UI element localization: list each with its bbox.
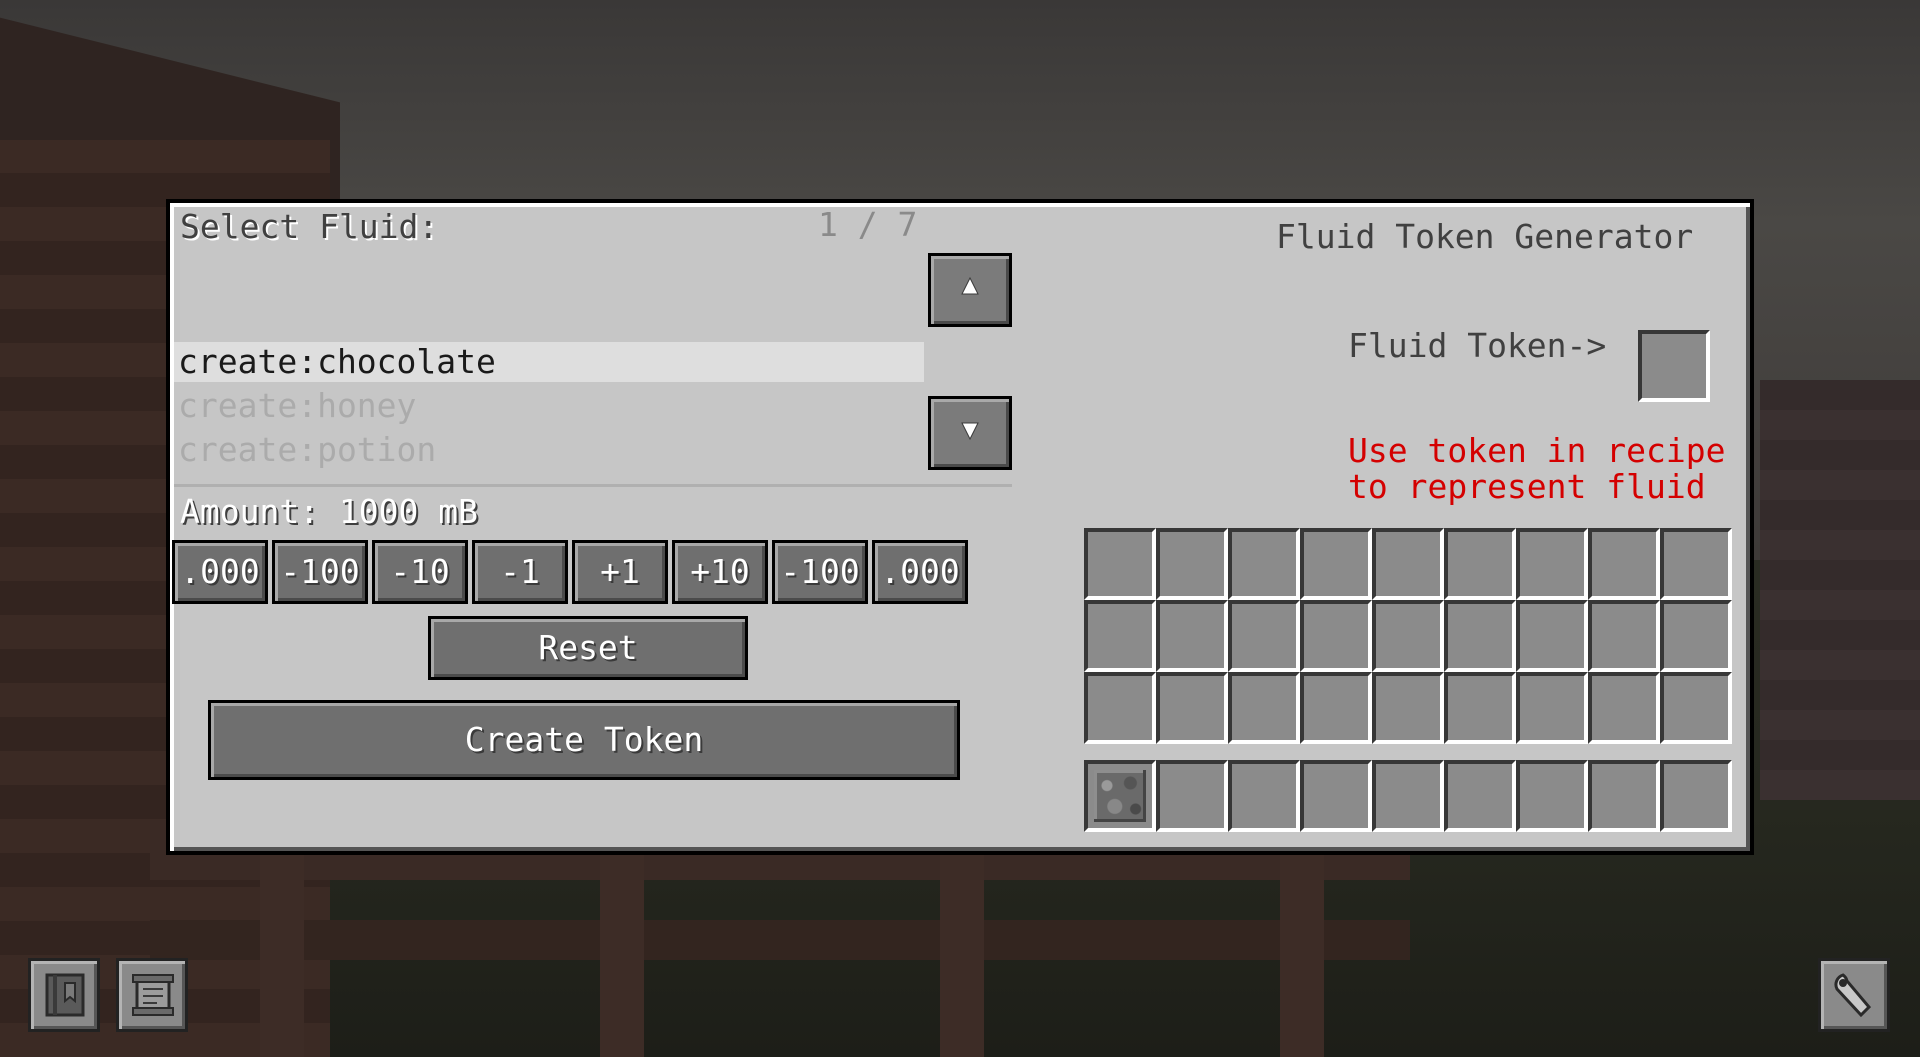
token-hint: Use token in recipe to represent fluid xyxy=(1348,433,1726,505)
inventory-slot[interactable] xyxy=(1084,528,1156,600)
hotbar-slot[interactable] xyxy=(1660,760,1732,832)
inventory-slot[interactable] xyxy=(1588,600,1660,672)
inventory-slot[interactable] xyxy=(1084,600,1156,672)
list-divider xyxy=(174,484,1012,487)
hotbar-slot[interactable] xyxy=(1372,760,1444,832)
fluid-list-item[interactable]: create:chocolate xyxy=(174,342,924,382)
inventory-slot[interactable] xyxy=(1084,672,1156,744)
inventory-slot[interactable] xyxy=(1660,672,1732,744)
scroll-up-button[interactable] xyxy=(928,253,1012,327)
inventory-slot[interactable] xyxy=(1444,672,1516,744)
inventory-slot[interactable] xyxy=(1444,528,1516,600)
hotbar-slot[interactable] xyxy=(1588,760,1660,832)
fluid-list-item[interactable]: create:honey xyxy=(174,386,924,426)
inventory-slot[interactable] xyxy=(1588,528,1660,600)
hotbar xyxy=(1084,760,1732,832)
inventory-slot[interactable] xyxy=(1300,672,1372,744)
quest-scroll-button[interactable] xyxy=(116,958,188,1032)
hotbar-slot[interactable] xyxy=(1444,760,1516,832)
inventory-slot[interactable] xyxy=(1588,672,1660,744)
inventory-slot[interactable] xyxy=(1156,600,1228,672)
inventory-slot[interactable] xyxy=(1228,600,1300,672)
inventory-slot[interactable] xyxy=(1516,672,1588,744)
cobblestone-icon xyxy=(1094,770,1146,822)
hotbar-slot[interactable] xyxy=(1156,760,1228,832)
inventory-slot[interactable] xyxy=(1372,528,1444,600)
hotbar-slot[interactable] xyxy=(1300,760,1372,832)
fluid-list: create:chocolate create:honey create:pot… xyxy=(174,342,924,484)
inventory-slot[interactable] xyxy=(1516,528,1588,600)
select-fluid-label: Select Fluid: xyxy=(180,207,439,246)
amount-minus-100-button[interactable]: -100 xyxy=(272,540,368,604)
inventory-slot[interactable] xyxy=(1444,600,1516,672)
fluid-token-label: Fluid Token-> xyxy=(1348,326,1607,365)
inventory-slot[interactable] xyxy=(1660,600,1732,672)
amount-label: Amount: 1000 mB xyxy=(180,492,479,531)
amount-minus-10-button[interactable]: -10 xyxy=(372,540,468,604)
panel-title: Fluid Token Generator xyxy=(1276,217,1694,256)
wrench-icon xyxy=(1834,973,1872,1018)
reset-button[interactable]: Reset xyxy=(428,616,748,680)
inventory-slot[interactable] xyxy=(1660,528,1732,600)
amount-plus-100-button[interactable]: -100 xyxy=(772,540,868,604)
inventory-slot[interactable] xyxy=(1300,600,1372,672)
settings-wrench-button[interactable] xyxy=(1818,958,1890,1032)
hotbar-slot[interactable] xyxy=(1084,760,1156,832)
hotbar-slot[interactable] xyxy=(1228,760,1300,832)
player-inventory xyxy=(1084,528,1732,744)
book-icon xyxy=(45,973,85,1017)
inventory-slot[interactable] xyxy=(1372,600,1444,672)
fluid-list-item[interactable]: create:potion xyxy=(174,430,924,470)
token-hint-line: Use token in recipe xyxy=(1348,431,1726,470)
token-hint-line: to represent fluid xyxy=(1348,467,1706,506)
amount-plus-1000-button[interactable]: .000 xyxy=(872,540,968,604)
inventory-slot[interactable] xyxy=(1228,528,1300,600)
hotbar-slot[interactable] xyxy=(1516,760,1588,832)
scroll-down-button[interactable] xyxy=(928,396,1012,470)
inventory-slot[interactable] xyxy=(1372,672,1444,744)
amount-minus-1000-button[interactable]: .000 xyxy=(172,540,268,604)
amount-plus-10-button[interactable]: +10 xyxy=(672,540,768,604)
amount-plus-1-button[interactable]: +1 xyxy=(572,540,668,604)
page-indicator: 1 / 7 xyxy=(818,205,918,244)
arrow-down-icon xyxy=(961,422,979,441)
inventory-slot[interactable] xyxy=(1156,672,1228,744)
amount-minus-1-button[interactable]: -1 xyxy=(472,540,568,604)
inventory-slot[interactable] xyxy=(1156,528,1228,600)
recipe-book-button[interactable] xyxy=(28,958,100,1032)
inventory-slot[interactable] xyxy=(1516,600,1588,672)
inventory-slot[interactable] xyxy=(1228,672,1300,744)
create-token-button[interactable]: Create Token xyxy=(208,700,960,780)
arrow-up-icon xyxy=(961,276,979,295)
inventory-slot[interactable] xyxy=(1300,528,1372,600)
scroll-icon xyxy=(132,974,174,1016)
amount-button-row: .000 -100 -10 -1 +1 +10 -100 .000 xyxy=(172,540,968,604)
fluid-token-output-slot[interactable] xyxy=(1638,330,1710,402)
